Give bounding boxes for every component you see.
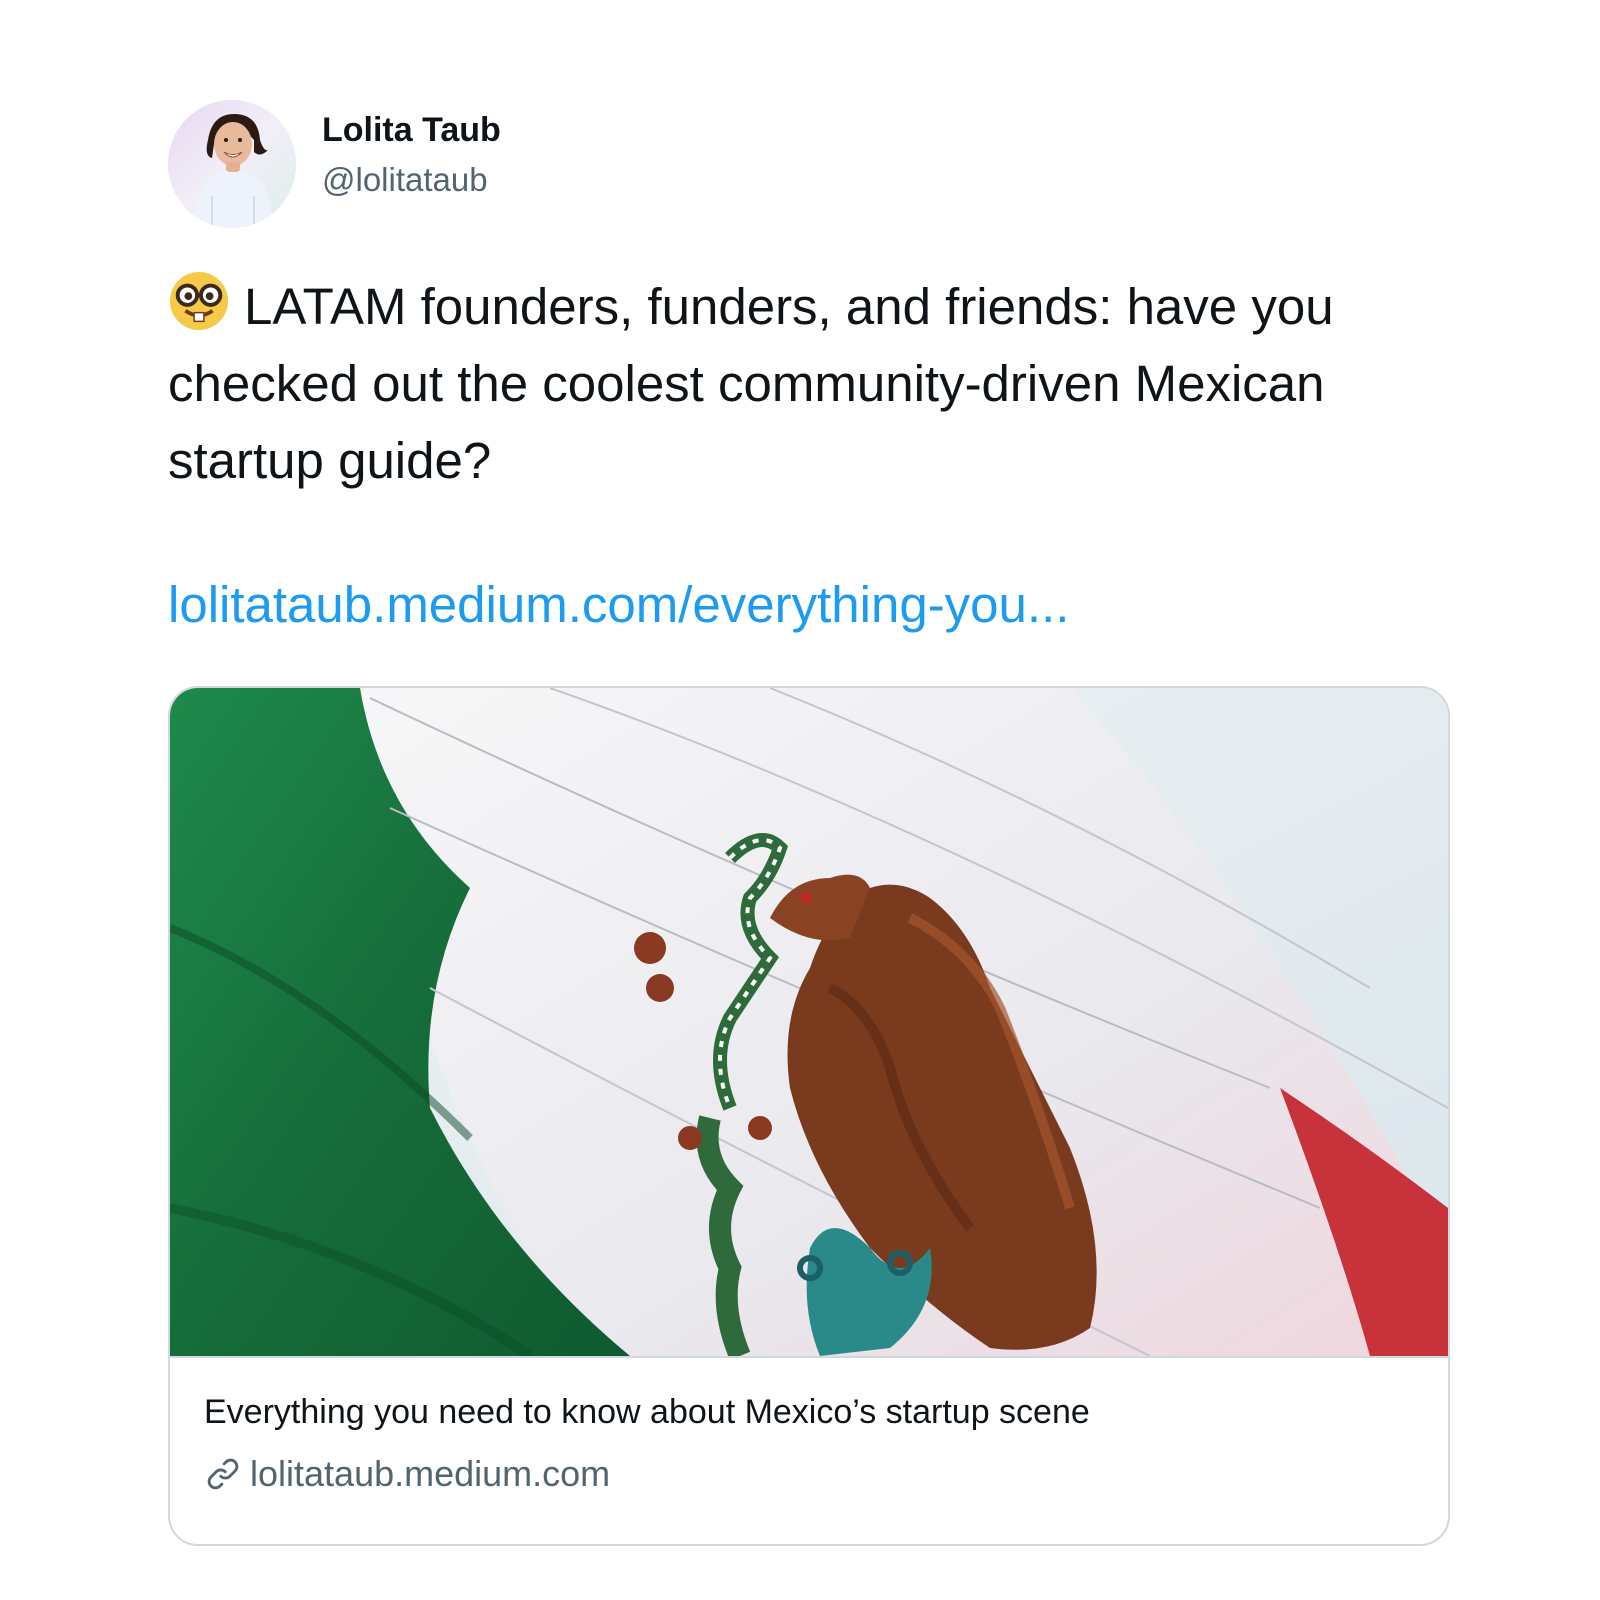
avatar[interactable]	[168, 100, 296, 228]
card-domain-text: lolitataub.medium.com	[250, 1453, 611, 1494]
card-title: Everything you need to know about Mexico…	[204, 1393, 1090, 1431]
link-icon	[207, 1458, 239, 1490]
link-preview-card[interactable]: Everything you need to know about Mexico…	[168, 686, 1450, 1546]
card-domain: lolitataub.medium.com	[204, 1450, 1414, 1498]
tweet-header: Lolita Taub @lolitataub	[168, 100, 1448, 228]
tweet-link[interactable]: lolitataub.medium.com/everything-you...	[168, 575, 1448, 635]
tweet-text: LATAM founders, funders, and friends: ha…	[168, 268, 1428, 499]
author-names: Lolita Taub @lolitataub	[322, 108, 501, 202]
tweet: Lolita Taub @lolitataub LATAM founders, …	[168, 100, 1448, 635]
card-info: Everything you need to know about Mexico…	[170, 1358, 1448, 1498]
display-name[interactable]: Lolita Taub	[322, 108, 501, 152]
tweet-body: LATAM founders, funders, and friends: ha…	[168, 278, 1334, 489]
mexican-flag-photo-icon	[170, 688, 1448, 1358]
handle[interactable]: @lolitataub	[322, 158, 501, 202]
nerd-face-emoji-icon	[169, 271, 229, 331]
